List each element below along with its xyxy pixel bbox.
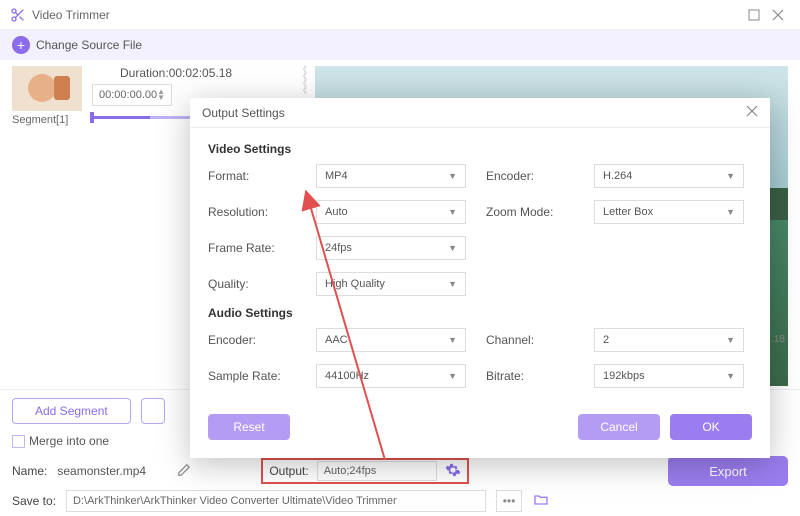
ok-button[interactable]: OK xyxy=(670,414,752,440)
saveto-label: Save to: xyxy=(12,494,56,508)
chevron-down-icon: ▼ xyxy=(726,171,735,181)
timeline-fill xyxy=(90,116,150,119)
audio-settings-heading: Audio Settings xyxy=(208,306,752,320)
encoder-select[interactable]: H.264▼ xyxy=(594,164,744,188)
zoom-label: Zoom Mode: xyxy=(486,205,574,219)
chevron-down-icon: ▼ xyxy=(448,335,457,345)
video-settings-heading: Video Settings xyxy=(208,142,752,156)
output-box: Output: Auto;24fps xyxy=(261,458,468,484)
titlebar: Video Trimmer xyxy=(0,0,800,30)
clip-thumbnail[interactable] xyxy=(12,66,82,111)
scissors-icon xyxy=(10,7,26,23)
chevron-down-icon: ▼ xyxy=(448,279,457,289)
segment-label: Segment[1] xyxy=(12,114,68,126)
chevron-down-icon: ▼ xyxy=(726,335,735,345)
quality-select[interactable]: High Quality▼ xyxy=(316,272,466,296)
chevron-down-icon: ▼ xyxy=(448,207,457,217)
framerate-label: Frame Rate: xyxy=(208,241,296,255)
bitrate-select[interactable]: 192kbps▼ xyxy=(594,364,744,388)
format-select[interactable]: MP4▼ xyxy=(316,164,466,188)
output-field[interactable]: Auto;24fps xyxy=(317,461,437,481)
quality-label: Quality: xyxy=(208,277,296,291)
samplerate-label: Sample Rate: xyxy=(208,369,296,383)
gear-icon[interactable] xyxy=(445,462,461,481)
format-label: Format: xyxy=(208,169,296,183)
minimize-button[interactable] xyxy=(742,3,766,27)
samplerate-select[interactable]: 44100Hz▼ xyxy=(316,364,466,388)
chevron-down-icon: ▼ xyxy=(448,243,457,253)
output-label: Output: xyxy=(269,464,308,478)
browse-button[interactable]: ••• xyxy=(496,490,522,512)
end-time-label: .18 xyxy=(771,334,785,345)
framerate-select[interactable]: 24fps▼ xyxy=(316,236,466,260)
encoder-label: Encoder: xyxy=(486,169,574,183)
close-button[interactable] xyxy=(766,3,790,27)
timeline-handle[interactable] xyxy=(90,112,94,123)
chevron-down-icon: ▼ xyxy=(726,207,735,217)
saveto-input[interactable] xyxy=(66,490,486,512)
chevron-down-icon: ▼ xyxy=(726,371,735,381)
audio-encoder-select[interactable]: AAC▼ xyxy=(316,328,466,352)
drag-handle-icon[interactable]: 《《《《 xyxy=(299,66,307,94)
audio-encoder-label: Encoder: xyxy=(208,333,296,347)
channel-select[interactable]: 2▼ xyxy=(594,328,744,352)
output-settings-modal: Output Settings Video Settings Format: M… xyxy=(190,98,770,458)
modal-header: Output Settings xyxy=(190,98,770,128)
bitrate-label: Bitrate: xyxy=(486,369,574,383)
start-time-input[interactable]: 00:00:00.00 ▲▼ xyxy=(92,84,172,106)
cancel-button[interactable]: Cancel xyxy=(578,414,660,440)
export-button[interactable]: Export xyxy=(668,456,788,486)
app-title: Video Trimmer xyxy=(32,8,742,22)
name-label: Name: xyxy=(12,464,47,478)
start-time-value: 00:00:00.00 xyxy=(99,89,157,101)
name-input[interactable] xyxy=(57,464,167,479)
secondary-button[interactable] xyxy=(141,398,165,424)
resolution-label: Resolution: xyxy=(208,205,296,219)
change-source-button[interactable]: Change Source File xyxy=(36,38,142,52)
edit-icon[interactable] xyxy=(177,463,191,480)
checkbox-icon xyxy=(12,435,25,448)
toolbar: + Change Source File xyxy=(0,30,800,60)
close-icon[interactable] xyxy=(746,105,758,120)
zoom-select[interactable]: Letter Box▼ xyxy=(594,200,744,224)
chevron-down-icon: ▼ xyxy=(448,371,457,381)
duration-label: Duration:00:02:05.18 xyxy=(120,66,232,80)
channel-label: Channel: xyxy=(486,333,574,347)
modal-title: Output Settings xyxy=(202,106,285,120)
reset-button[interactable]: Reset xyxy=(208,414,290,440)
resolution-select[interactable]: Auto▼ xyxy=(316,200,466,224)
folder-icon[interactable] xyxy=(532,492,550,511)
spinner-icon[interactable]: ▲▼ xyxy=(157,89,165,101)
add-segment-button[interactable]: Add Segment xyxy=(12,398,131,424)
chevron-down-icon: ▼ xyxy=(448,171,457,181)
plus-icon[interactable]: + xyxy=(12,36,30,54)
merge-checkbox[interactable]: Merge into one xyxy=(12,434,109,448)
